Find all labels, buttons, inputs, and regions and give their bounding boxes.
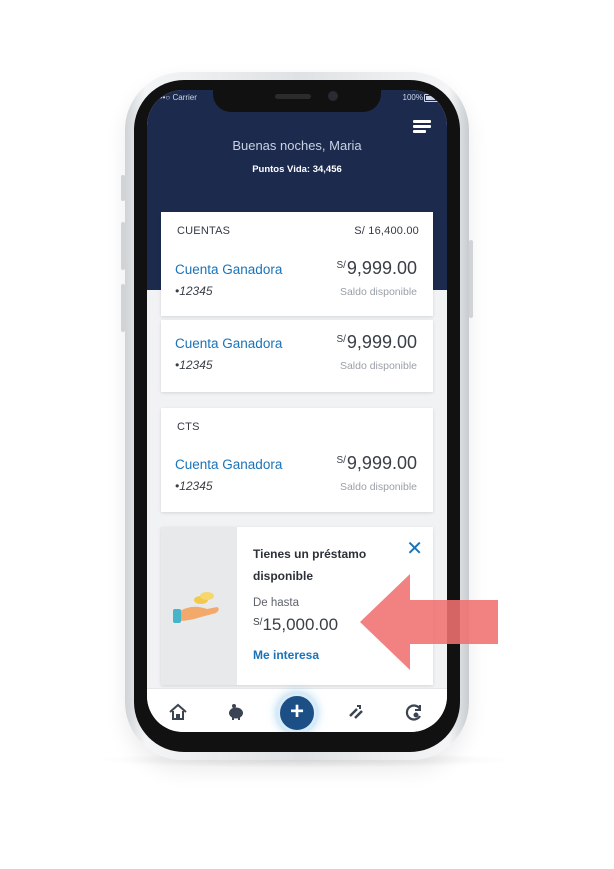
account-name[interactable]: Cuenta Ganadora — [175, 457, 282, 472]
bottom-nav: + — [147, 688, 447, 732]
status-carrier: •••○ Carrier — [157, 93, 197, 102]
battery-icon — [424, 94, 439, 102]
cts-card: CTS Cuenta Ganadora •12345 S/9,999.00 Sa… — [161, 408, 433, 512]
speaker-grille — [275, 94, 311, 99]
cts-header: CTS — [177, 421, 419, 433]
account-amount: S/9,999.00 — [336, 332, 417, 353]
signal-icon: •••○ — [157, 93, 173, 102]
home-icon[interactable] — [167, 701, 189, 723]
account-name[interactable]: Cuenta Ganadora — [175, 262, 282, 277]
account-name[interactable]: Cuenta Ganadora — [175, 336, 282, 351]
loan-interest-link[interactable]: Me interesa — [253, 648, 319, 662]
account-amount: S/9,999.00 — [336, 258, 417, 279]
notch — [213, 90, 381, 112]
loan-illustration — [161, 527, 237, 685]
amount-value: 9,999.00 — [346, 453, 417, 473]
close-icon[interactable]: ✕ — [406, 536, 423, 561]
currency-symbol: S/ — [336, 334, 346, 345]
points-text: Puntos Vida: 34,456 — [252, 164, 342, 175]
available-balance-label: Saldo disponible — [339, 286, 417, 298]
annotation-arrow — [360, 574, 498, 670]
hamburger-menu-icon[interactable] — [413, 120, 431, 134]
account-card[interactable]: Cuenta Ganadora •12345 S/9,999.00 Saldo … — [161, 320, 433, 392]
currency-symbol: S/ — [336, 455, 346, 466]
cuentas-card: CUENTAS S/ 16,400.00 Cuenta Ganadora •12… — [161, 212, 433, 316]
greeting-text: Buenas noches, Maria — [232, 138, 362, 153]
account-number: •12345 — [175, 284, 213, 298]
account-amount: S/9,999.00 — [336, 453, 417, 474]
cuentas-title: CUENTAS — [177, 225, 231, 237]
status-battery-text: 100% — [402, 93, 423, 102]
currency-symbol: S/ — [336, 260, 346, 271]
transfer-icon[interactable] — [345, 701, 367, 723]
front-camera — [328, 91, 338, 101]
volume-down-button — [121, 284, 125, 332]
loan-from-label: De hasta — [253, 597, 300, 609]
loan-amount: S/15,000.00 — [253, 615, 338, 635]
account-number: •12345 — [175, 358, 213, 372]
cuentas-total: S/ 16,400.00 — [354, 225, 419, 237]
amount-value: 9,999.00 — [346, 258, 417, 278]
power-button — [469, 240, 473, 318]
currency-symbol: S/ — [253, 617, 263, 628]
mute-switch — [121, 175, 125, 201]
add-button[interactable]: + — [277, 693, 317, 732]
account-number: •12345 — [175, 479, 213, 493]
amount-value: 9,999.00 — [346, 332, 417, 352]
cuentas-header: CUENTAS S/ 16,400.00 — [177, 225, 419, 237]
refresh-icon[interactable] — [403, 701, 425, 723]
loan-amount-value: 15,000.00 — [262, 615, 339, 634]
hand-coins-icon — [173, 592, 219, 623]
volume-up-button — [121, 222, 125, 270]
piggy-bank-icon[interactable] — [225, 701, 247, 723]
cts-title: CTS — [177, 421, 200, 433]
available-balance-label: Saldo disponible — [339, 481, 417, 493]
plus-icon: + — [289, 698, 304, 725]
available-balance-label: Saldo disponible — [339, 360, 417, 372]
